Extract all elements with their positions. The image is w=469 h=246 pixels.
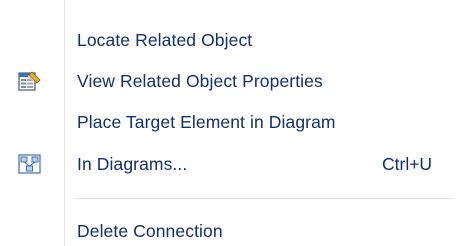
menu-item-label: View Related Object Properties: [77, 71, 323, 91]
menu-item-label: Delete Connection: [77, 221, 223, 241]
menu-item-label: In Diagrams...: [77, 154, 188, 174]
menu-separator: [74, 198, 454, 199]
diagram-icon: [18, 153, 42, 175]
menu-item-locate-related-object[interactable]: Locate Related Object: [0, 20, 469, 60]
properties-icon: [18, 70, 42, 92]
menu-item-label: Locate Related Object: [77, 30, 253, 50]
menu-item-view-related-object-properties[interactable]: View Related Object Properties: [0, 61, 469, 101]
menu-item-in-diagrams[interactable]: In Diagrams... Ctrl+U: [0, 144, 469, 184]
menu-item-place-target-element-in-diagram[interactable]: Place Target Element in Diagram: [0, 102, 469, 142]
context-menu: Locate Related Object View Related Objec…: [0, 0, 469, 246]
menu-item-delete-connection[interactable]: Delete Connection: [0, 211, 469, 246]
menu-item-label: Place Target Element in Diagram: [77, 112, 336, 132]
menu-item-shortcut: Ctrl+U: [382, 154, 433, 174]
